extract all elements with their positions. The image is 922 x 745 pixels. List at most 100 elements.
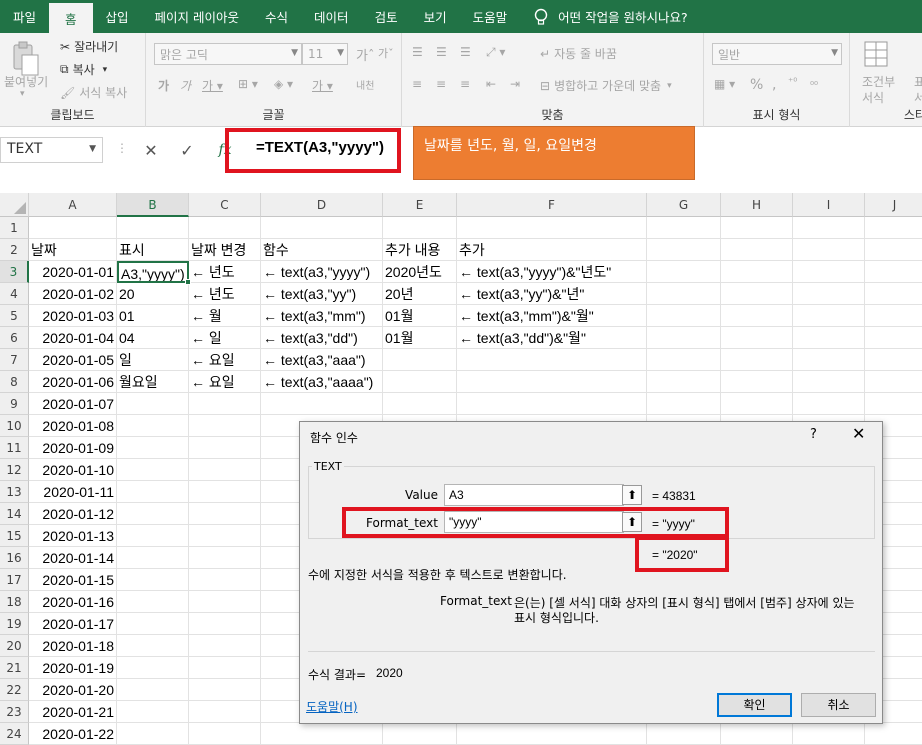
cell-g4[interactable] — [647, 283, 721, 305]
cell-b4[interactable]: 20 — [117, 283, 189, 305]
phonetic-icon[interactable]: 내천 — [356, 77, 374, 92]
cell-e2[interactable]: 추가 내용 — [383, 239, 457, 261]
cell-d6[interactable]: ← text(a3,"dd") — [261, 327, 383, 349]
cell-b21[interactable] — [117, 657, 189, 679]
cell-c6[interactable]: ← 일 — [189, 327, 261, 349]
border-icon[interactable]: ⊞ ▾ — [238, 77, 258, 91]
cell-a24[interactable]: 2020-01-22 — [29, 723, 117, 745]
cell-d4[interactable]: ← text(a3,"yy") — [261, 283, 383, 305]
format-painter-button[interactable]: 🖌 서식 복사 — [60, 84, 127, 101]
cell-b9[interactable] — [117, 393, 189, 415]
row-header-12[interactable]: 12 — [0, 459, 29, 481]
font-size-combo[interactable]: 11 ▼ — [302, 43, 348, 65]
cell-i24[interactable] — [793, 723, 865, 745]
cell-c8[interactable]: ← 요일 — [189, 371, 261, 393]
cell-f6[interactable]: ← text(a3,"dd")&"월" — [457, 327, 647, 349]
number-format-combo[interactable]: 일반 ▼ — [712, 43, 842, 65]
select-all-corner[interactable] — [0, 193, 29, 217]
shrink-font-icon[interactable]: 가ˇ — [378, 45, 394, 61]
cell-d9[interactable] — [261, 393, 383, 415]
row-header-18[interactable]: 18 — [0, 591, 29, 613]
cell-c5[interactable]: ← 월 — [189, 305, 261, 327]
cell-b23[interactable] — [117, 701, 189, 723]
cell-e24[interactable] — [383, 723, 457, 745]
cell-e9[interactable] — [383, 393, 457, 415]
cell-e8[interactable] — [383, 371, 457, 393]
cell-b7[interactable]: 일 — [117, 349, 189, 371]
tab-6[interactable]: 검토 — [362, 0, 411, 33]
cell-a9[interactable]: 2020-01-07 — [29, 393, 117, 415]
column-header-j[interactable]: J — [865, 193, 922, 217]
increase-indent-icon[interactable]: ⇥ — [510, 77, 520, 91]
cell-h2[interactable] — [721, 239, 793, 261]
column-header-i[interactable]: I — [793, 193, 865, 217]
help-link[interactable]: 도움말(H) — [306, 698, 358, 715]
cell-a15[interactable]: 2020-01-13 — [29, 525, 117, 547]
cell-c19[interactable] — [189, 613, 261, 635]
cell-j4[interactable] — [865, 283, 922, 305]
cell-b12[interactable] — [117, 459, 189, 481]
cell-d8[interactable]: ← text(a3,"aaaa") — [261, 371, 383, 393]
cell-b5[interactable]: 01 — [117, 305, 189, 327]
collapse-dialog-icon[interactable]: ⬆ — [622, 512, 642, 532]
row-header-16[interactable]: 16 — [0, 547, 29, 569]
fill-handle[interactable] — [185, 279, 191, 285]
cell-i1[interactable] — [793, 217, 865, 239]
row-header-8[interactable]: 8 — [0, 371, 29, 393]
cell-c23[interactable] — [189, 701, 261, 723]
row-header-14[interactable]: 14 — [0, 503, 29, 525]
cell-g24[interactable] — [647, 723, 721, 745]
cell-j7[interactable] — [865, 349, 922, 371]
cell-e1[interactable] — [383, 217, 457, 239]
cell-b8[interactable]: 월요일 — [117, 371, 189, 393]
cell-c3[interactable]: ← 년도 — [189, 261, 261, 283]
cell-h6[interactable] — [721, 327, 793, 349]
percent-icon[interactable]: % — [750, 77, 763, 93]
name-box[interactable]: TEXT ▼ — [0, 137, 103, 163]
value-arg-input[interactable]: A3 — [444, 484, 624, 506]
cell-c2[interactable]: 날짜 변경 — [189, 239, 261, 261]
row-header-2[interactable]: 2 — [0, 239, 29, 261]
cell-i2[interactable] — [793, 239, 865, 261]
row-header-5[interactable]: 5 — [0, 305, 29, 327]
tab-4[interactable]: 수식 — [252, 0, 301, 33]
cell-a17[interactable]: 2020-01-15 — [29, 569, 117, 591]
cell-j5[interactable] — [865, 305, 922, 327]
cell-c11[interactable] — [189, 437, 261, 459]
cell-a22[interactable]: 2020-01-20 — [29, 679, 117, 701]
cell-d1[interactable] — [261, 217, 383, 239]
column-header-d[interactable]: D — [261, 193, 383, 217]
cell-f7[interactable] — [457, 349, 647, 371]
tab-0[interactable]: 파일 — [0, 0, 49, 33]
cell-a20[interactable]: 2020-01-18 — [29, 635, 117, 657]
cell-a6[interactable]: 2020-01-04 — [29, 327, 117, 349]
row-header-7[interactable]: 7 — [0, 349, 29, 371]
cell-c7[interactable]: ← 요일 — [189, 349, 261, 371]
tab-8[interactable]: 도움말 — [460, 0, 521, 33]
font-color-icon[interactable]: 가 ▾ — [312, 77, 333, 94]
cell-h24[interactable] — [721, 723, 793, 745]
tab-1[interactable]: 홈 — [49, 3, 93, 33]
enter-icon[interactable]: ✓ — [174, 137, 200, 163]
tab-2[interactable]: 삽입 — [93, 0, 142, 33]
tab-5[interactable]: 데이터 — [301, 0, 362, 33]
cell-b18[interactable] — [117, 591, 189, 613]
cell-g6[interactable] — [647, 327, 721, 349]
cell-h3[interactable] — [721, 261, 793, 283]
cell-h9[interactable] — [721, 393, 793, 415]
tell-me-search[interactable]: 어떤 작업을 원하시나요? — [520, 0, 688, 33]
cell-g1[interactable] — [647, 217, 721, 239]
cell-b6[interactable]: 04 — [117, 327, 189, 349]
cell-c13[interactable] — [189, 481, 261, 503]
cell-j2[interactable] — [865, 239, 922, 261]
cell-b20[interactable] — [117, 635, 189, 657]
cell-h4[interactable] — [721, 283, 793, 305]
cell-a23[interactable]: 2020-01-21 — [29, 701, 117, 723]
cell-a18[interactable]: 2020-01-16 — [29, 591, 117, 613]
cell-g3[interactable] — [647, 261, 721, 283]
row-header-20[interactable]: 20 — [0, 635, 29, 657]
cell-b22[interactable] — [117, 679, 189, 701]
cell-b14[interactable] — [117, 503, 189, 525]
cell-b17[interactable] — [117, 569, 189, 591]
column-header-h[interactable]: H — [721, 193, 793, 217]
